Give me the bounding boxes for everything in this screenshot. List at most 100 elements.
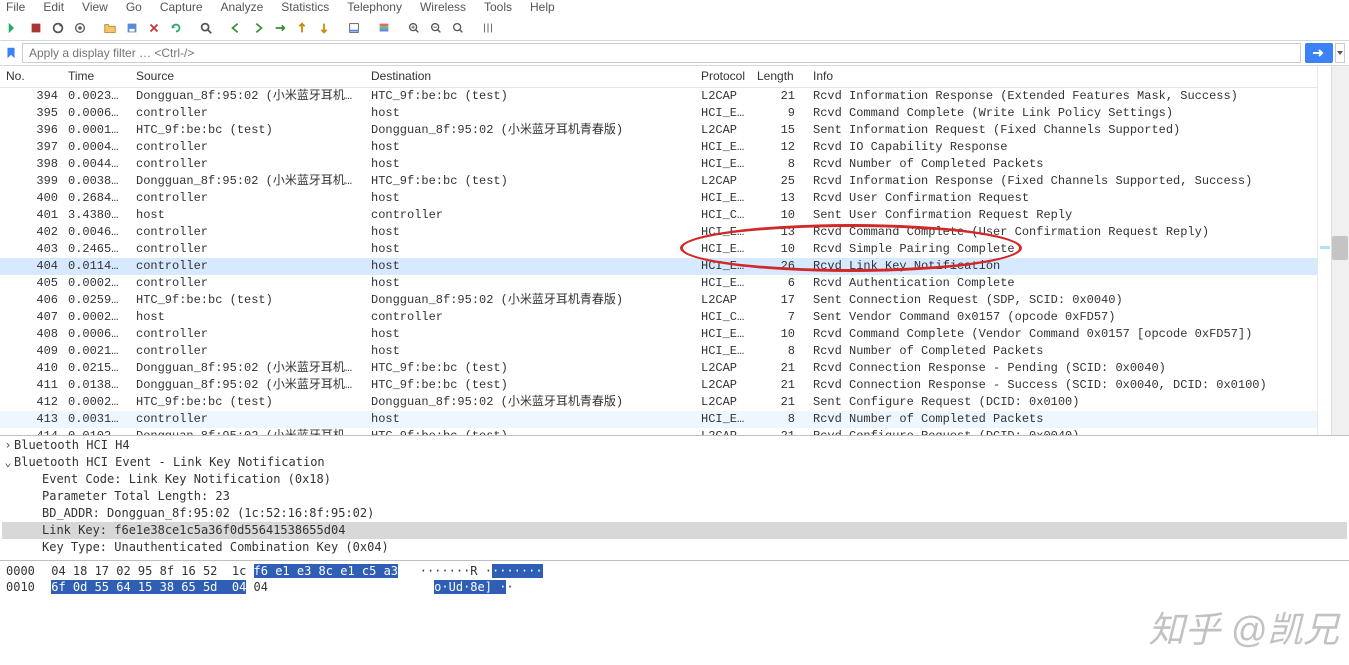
detail-row[interactable]: ⌄Bluetooth HCI Event - Link Key Notifica… xyxy=(2,454,1347,471)
cell-length: 26 xyxy=(751,258,807,275)
zoom-in-icon[interactable] xyxy=(404,18,424,38)
cell-time: 0.003185 xyxy=(62,411,130,428)
go-forward-icon[interactable] xyxy=(248,18,268,38)
packet-row[interactable]: 4070.000257hostcontrollerHCI_CMD7Sent Ve… xyxy=(0,309,1349,326)
packet-row[interactable]: 4130.003185controllerhostHCI_EVT8Rcvd Nu… xyxy=(0,411,1349,428)
packet-row[interactable]: 4030.246524controllerhostHCI_EVT10Rcvd S… xyxy=(0,241,1349,258)
filter-dropdown-icon[interactable] xyxy=(1335,43,1345,63)
packet-row[interactable]: 4060.025922HTC_9f:be:bc (test)Dongguan_8… xyxy=(0,292,1349,309)
packet-scrollbar[interactable] xyxy=(1331,66,1349,435)
cell-length: 21 xyxy=(751,428,807,436)
packet-row[interactable]: 3990.003827Dongguan_8f:95:02 (小米蓝牙耳机…HTC… xyxy=(0,173,1349,190)
hex-row[interactable]: 0000 04 18 17 02 95 8f 16 52 1c f6 e1 e3… xyxy=(6,563,1343,579)
col-header-length[interactable]: Length xyxy=(751,66,807,88)
detail-row[interactable]: BD_ADDR: Dongguan_8f:95:02 (1c:52:16:8f:… xyxy=(2,505,1347,522)
packet-row[interactable]: 4020.004638controllerhostHCI_EVT13Rcvd C… xyxy=(0,224,1349,241)
menu-analyze[interactable]: Analyze xyxy=(221,0,264,14)
packet-row[interactable]: 4000.268413controllerhostHCI_EVT13Rcvd U… xyxy=(0,190,1349,207)
restart-capture-icon[interactable] xyxy=(48,18,68,38)
packet-bytes-pane[interactable]: 0000 04 18 17 02 95 8f 16 52 1c f6 e1 e3… xyxy=(0,561,1349,597)
menu-wireless[interactable]: Wireless xyxy=(420,0,466,14)
col-header-info[interactable]: Info xyxy=(807,66,1349,88)
col-header-destination[interactable]: Destination xyxy=(365,66,695,88)
auto-scroll-icon[interactable] xyxy=(344,18,364,38)
detail-row[interactable]: Key Type: Unauthenticated Combination Ke… xyxy=(2,539,1347,556)
cell-source: controller xyxy=(130,343,365,360)
menu-file[interactable]: File xyxy=(6,0,25,14)
close-file-icon[interactable] xyxy=(144,18,164,38)
detail-row[interactable]: Parameter Total Length: 23 xyxy=(2,488,1347,505)
packet-row[interactable]: 4090.002104controllerhostHCI_EVT8Rcvd Nu… xyxy=(0,343,1349,360)
go-to-packet-icon[interactable] xyxy=(270,18,290,38)
cell-protocol: HCI_EVT xyxy=(695,258,751,275)
packet-minimap[interactable] xyxy=(1317,66,1331,435)
menu-tools[interactable]: Tools xyxy=(484,0,512,14)
save-file-icon[interactable] xyxy=(122,18,142,38)
menu-capture[interactable]: Capture xyxy=(160,0,203,14)
reload-file-icon[interactable] xyxy=(166,18,186,38)
col-header-no[interactable]: No. xyxy=(0,66,62,88)
packet-row[interactable]: 4013.438022hostcontrollerHCI_CMD10Sent U… xyxy=(0,207,1349,224)
cell-protocol: HCI_EVT xyxy=(695,156,751,173)
packet-row[interactable]: 4140.010287Dongguan_8f:95:02 (小米蓝牙耳机…HTC… xyxy=(0,428,1349,436)
col-header-protocol[interactable]: Protocol xyxy=(695,66,751,88)
packet-list-header[interactable]: No. Time Source Destination Protocol Len… xyxy=(0,66,1349,88)
colorize-icon[interactable] xyxy=(374,18,394,38)
apply-filter-button[interactable] xyxy=(1305,43,1333,63)
cell-no: 412 xyxy=(0,394,62,411)
cell-info: Rcvd Command Complete (User Confirmation… xyxy=(807,224,1349,241)
detail-row-selected[interactable]: Link Key: f6e1e38ce1c5a36f0d55641538655d… xyxy=(2,522,1347,539)
find-packet-icon[interactable] xyxy=(196,18,216,38)
cell-no: 396 xyxy=(0,122,62,139)
detail-row[interactable]: ›Bluetooth HCI H4 xyxy=(2,437,1347,454)
cell-info: Rcvd Number of Completed Packets xyxy=(807,156,1349,173)
menu-edit[interactable]: Edit xyxy=(43,0,64,14)
hex-row[interactable]: 0010 6f 0d 55 64 15 38 65 5d 04 04 o·Ud·… xyxy=(6,579,1343,595)
go-first-icon[interactable] xyxy=(292,18,312,38)
packet-row[interactable]: 3940.002394Dongguan_8f:95:02 (小米蓝牙耳机…HTC… xyxy=(0,88,1349,106)
cell-destination: host xyxy=(365,326,695,343)
cell-time: 0.000245 xyxy=(62,394,130,411)
detail-link-key: Link Key: f6e1e38ce1c5a36f0d55641538655d… xyxy=(42,522,345,539)
packet-row[interactable]: 4120.000245HTC_9f:be:bc (test)Dongguan_8… xyxy=(0,394,1349,411)
go-back-icon[interactable] xyxy=(226,18,246,38)
col-header-source[interactable]: Source xyxy=(130,66,365,88)
capture-options-icon[interactable] xyxy=(70,18,90,38)
expand-icon[interactable]: › xyxy=(2,437,14,454)
packet-row[interactable]: 4040.011486controllerhostHCI_EVT26Rcvd L… xyxy=(0,258,1349,275)
go-last-icon[interactable] xyxy=(314,18,334,38)
stop-capture-icon[interactable] xyxy=(26,18,46,38)
packet-row[interactable]: 4110.013801Dongguan_8f:95:02 (小米蓝牙耳机…HTC… xyxy=(0,377,1349,394)
packet-row[interactable]: 3970.000474controllerhostHCI_EVT12Rcvd I… xyxy=(0,139,1349,156)
menu-view[interactable]: View xyxy=(82,0,108,14)
open-file-icon[interactable] xyxy=(100,18,120,38)
detail-row[interactable]: Event Code: Link Key Notification (0x18) xyxy=(2,471,1347,488)
cell-destination: Dongguan_8f:95:02 (小米蓝牙耳机青春版) xyxy=(365,122,695,139)
menu-statistics[interactable]: Statistics xyxy=(281,0,329,14)
packet-row[interactable]: 3960.000195HTC_9f:be:bc (test)Dongguan_8… xyxy=(0,122,1349,139)
bookmark-filter-icon[interactable] xyxy=(4,46,18,60)
start-capture-icon[interactable] xyxy=(4,18,24,38)
resize-columns-icon[interactable] xyxy=(478,18,498,38)
cell-length: 10 xyxy=(751,241,807,258)
col-header-time[interactable]: Time xyxy=(62,66,130,88)
display-filter-input[interactable] xyxy=(22,43,1301,63)
cell-source: host xyxy=(130,309,365,326)
packet-row[interactable]: 3980.004496controllerhostHCI_EVT8Rcvd Nu… xyxy=(0,156,1349,173)
packet-list-pane[interactable]: No. Time Source Destination Protocol Len… xyxy=(0,66,1349,436)
menu-go[interactable]: Go xyxy=(126,0,142,14)
packet-row[interactable]: 4080.000663controllerhostHCI_EVT10Rcvd C… xyxy=(0,326,1349,343)
cell-destination: host xyxy=(365,258,695,275)
cell-length: 21 xyxy=(751,88,807,106)
packet-row[interactable]: 3950.000668controllerhostHCI_EVT9Rcvd Co… xyxy=(0,105,1349,122)
zoom-reset-icon[interactable] xyxy=(448,18,468,38)
cell-no: 406 xyxy=(0,292,62,309)
menu-telephony[interactable]: Telephony xyxy=(347,0,402,14)
menu-help[interactable]: Help xyxy=(530,0,555,14)
packet-row[interactable]: 4050.000218controllerhostHCI_EVT6Rcvd Au… xyxy=(0,275,1349,292)
packet-details-pane[interactable]: ›Bluetooth HCI H4 ⌄Bluetooth HCI Event -… xyxy=(0,436,1349,561)
cell-destination: host xyxy=(365,411,695,428)
packet-row[interactable]: 4100.021580Dongguan_8f:95:02 (小米蓝牙耳机…HTC… xyxy=(0,360,1349,377)
collapse-icon[interactable]: ⌄ xyxy=(2,454,14,471)
zoom-out-icon[interactable] xyxy=(426,18,446,38)
